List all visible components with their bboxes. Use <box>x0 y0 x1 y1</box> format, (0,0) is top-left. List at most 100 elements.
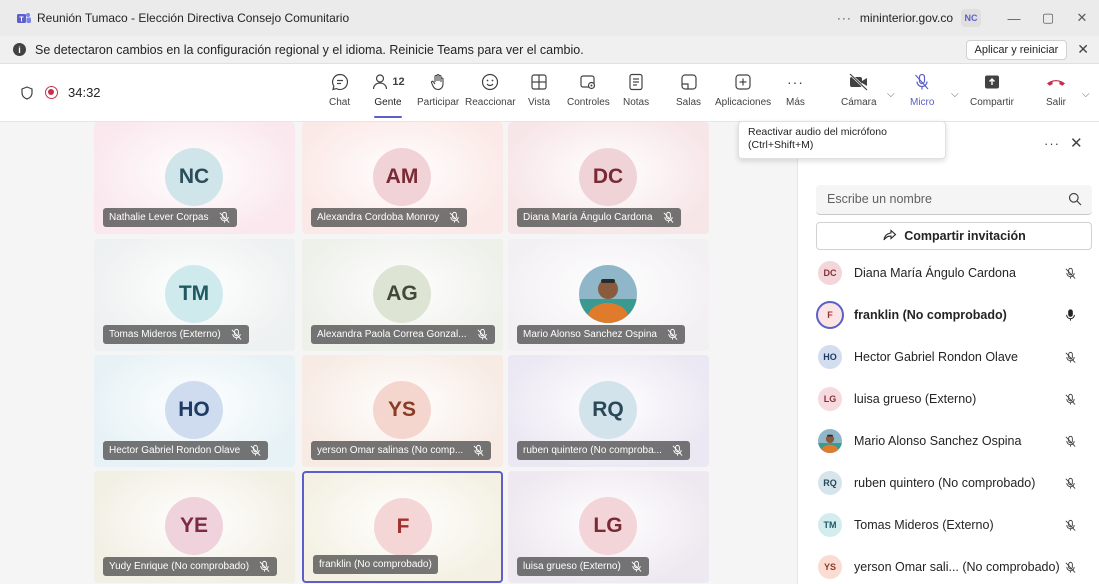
participant-row[interactable]: TM Tomas Mideros (Externo) <box>798 504 1099 546</box>
camera-options-chevron-icon[interactable]: ⌵ <box>887 89 895 100</box>
participant-row[interactable]: Ffranklin (No comprobado) <box>798 294 1099 336</box>
rooms-button[interactable]: Salas <box>676 70 701 118</box>
participant-avatar: YS <box>373 381 431 439</box>
share-invite-button[interactable]: Compartir invitación <box>816 222 1092 250</box>
video-tile[interactable]: Ffranklin (No comprobado) <box>302 471 503 583</box>
mic-off-icon <box>249 444 262 457</box>
shield-icon[interactable] <box>21 86 33 100</box>
controls-button[interactable]: Controles <box>567 70 610 118</box>
window-title: Reunión Tumaco - Elección Directiva Cons… <box>37 11 350 25</box>
participant-name-label: Mario Alonso Sanchez Ospina <box>517 325 685 344</box>
participant-name-label: yerson Omar salinas (No comp... <box>311 441 492 460</box>
video-tile[interactable]: NC Nathalie Lever Corpas <box>94 122 295 234</box>
participant-avatar: LG <box>818 387 842 411</box>
video-tile[interactable]: Mario Alonso Sanchez Ospina <box>508 239 709 351</box>
video-tile[interactable]: AM Alexandra Cordoba Monroy <box>302 122 503 234</box>
participant-name-label: Hector Gabriel Rondon Olave <box>103 441 269 460</box>
participant-row[interactable]: LG luisa grueso (Externo) <box>798 378 1099 420</box>
mic-off-icon[interactable] <box>1064 435 1077 448</box>
participant-name: Mario Alonso Sanchez Ospina <box>854 434 1022 448</box>
participant-name: ruben quintero (No comproba... <box>523 445 662 456</box>
raise-hand-icon <box>428 70 448 94</box>
minimize-button[interactable]: — <box>997 11 1031 26</box>
participant-name: luisa grueso (Externo) <box>523 561 621 572</box>
close-panel-button[interactable]: ✕ <box>1070 134 1083 152</box>
rooms-icon <box>679 70 699 94</box>
participant-photo <box>818 429 842 453</box>
people-button[interactable]: 12 Gente <box>372 70 405 118</box>
video-tile[interactable]: TM Tomas Mideros (Externo) <box>94 239 295 351</box>
react-button[interactable]: Reaccionar <box>465 70 516 118</box>
mic-off-icon[interactable] <box>1064 267 1077 280</box>
mic-off-icon <box>912 70 932 94</box>
participant-row[interactable]: YS yerson Omar sali... (No comprobado) <box>798 546 1099 584</box>
video-tile[interactable]: DC Diana María Ángulo Cardona <box>508 122 709 234</box>
leave-button[interactable]: Salir <box>1045 70 1067 118</box>
search-icon[interactable] <box>1068 192 1082 211</box>
video-tile[interactable]: HO Hector Gabriel Rondon Olave <box>94 355 295 467</box>
participant-row[interactable]: RQ ruben quintero (No comprobado) <box>798 462 1099 504</box>
apply-restart-button[interactable]: Aplicar y reiniciar <box>965 39 1068 60</box>
participant-avatar: RQ <box>579 381 637 439</box>
close-window-button[interactable]: ✕ <box>1065 10 1099 26</box>
video-tile[interactable]: RQ ruben quintero (No comproba... <box>508 355 709 467</box>
share-button[interactable]: Compartir <box>970 70 1014 118</box>
mic-off-icon[interactable] <box>1064 351 1077 364</box>
video-tile[interactable]: LG luisa grueso (Externo) <box>508 471 709 583</box>
leave-options-chevron-icon[interactable]: ⌵ <box>1082 89 1090 100</box>
view-button[interactable]: Vista <box>528 70 550 118</box>
participant-photo <box>579 265 637 323</box>
mic-tooltip: Reactivar audio del micrófono (Ctrl+Shif… <box>738 121 946 159</box>
mic-button[interactable]: Micro <box>910 70 934 118</box>
title-bar: T Reunión Tumaco - Elección Directiva Co… <box>0 0 1099 36</box>
participant-name: Diana María Ángulo Cardona <box>854 266 1016 280</box>
mic-off-icon[interactable] <box>1064 519 1077 532</box>
raise-hand-button[interactable]: Participar <box>417 70 459 118</box>
close-notification-button[interactable]: ✕ <box>1077 41 1089 58</box>
account-avatar[interactable]: NC <box>961 9 981 27</box>
mic-off-icon[interactable] <box>1064 477 1077 490</box>
participant-avatar: TM <box>165 265 223 323</box>
participant-avatar: NC <box>165 148 223 206</box>
video-tile[interactable]: YS yerson Omar salinas (No comp... <box>302 355 503 467</box>
participant-name-label: franklin (No comprobado) <box>313 555 438 574</box>
notes-icon <box>626 70 646 94</box>
mic-off-icon <box>258 560 271 573</box>
participant-avatar: AG <box>373 265 431 323</box>
video-tile[interactable]: AG Alexandra Paola Correa Gonzal... <box>302 239 503 351</box>
chat-icon <box>330 70 350 94</box>
camera-button[interactable]: Cámara <box>841 70 877 118</box>
participant-name-label: ruben quintero (No comproba... <box>517 441 690 460</box>
participant-name: Hector Gabriel Rondon Olave <box>854 350 1018 364</box>
participant-name: Mario Alonso Sanchez Ospina <box>523 329 657 340</box>
participant-avatar: TM <box>818 513 842 537</box>
mic-off-icon[interactable] <box>1064 393 1077 406</box>
participant-avatar: F <box>374 498 432 556</box>
mic-options-chevron-icon[interactable]: ⌵ <box>951 89 959 100</box>
video-tile[interactable]: YE Yudy Enrique (No comprobado) <box>94 471 295 583</box>
participant-name: Nathalie Lever Corpas <box>109 212 209 223</box>
mic-off-icon <box>666 328 679 341</box>
tooltip-line-1: Reactivar audio del micrófono <box>748 126 887 138</box>
participant-row[interactable]: HO Hector Gabriel Rondon Olave <box>798 336 1099 378</box>
mic-on-icon[interactable] <box>1064 308 1077 322</box>
more-actions-button[interactable]: ··· Más <box>786 70 805 118</box>
participant-name: Hector Gabriel Rondon Olave <box>109 445 241 456</box>
share-icon <box>882 229 897 243</box>
title-more-icon[interactable]: ··· <box>837 11 852 25</box>
mic-off-icon <box>448 211 461 224</box>
maximize-button[interactable]: ▢ <box>1031 10 1065 26</box>
participant-row[interactable]: DC Diana María Ángulo Cardona <box>798 252 1099 294</box>
participant-name: Yudy Enrique (No comprobado) <box>109 561 250 572</box>
panel-more-icon[interactable]: ··· <box>1044 136 1060 151</box>
participant-name: Alexandra Paola Correa Gonzal... <box>317 329 467 340</box>
mic-off-icon[interactable] <box>1064 561 1077 574</box>
participant-row[interactable]: Mario Alonso Sanchez Ospina <box>798 420 1099 462</box>
search-box <box>816 185 1092 215</box>
notes-button[interactable]: Notas <box>623 70 649 118</box>
search-participants-input[interactable] <box>816 185 1046 213</box>
participant-avatar: HO <box>818 345 842 369</box>
apps-button[interactable]: Aplicaciones <box>715 70 771 118</box>
chat-button[interactable]: Chat <box>329 70 350 118</box>
participant-name-label: luisa grueso (Externo) <box>517 557 649 576</box>
